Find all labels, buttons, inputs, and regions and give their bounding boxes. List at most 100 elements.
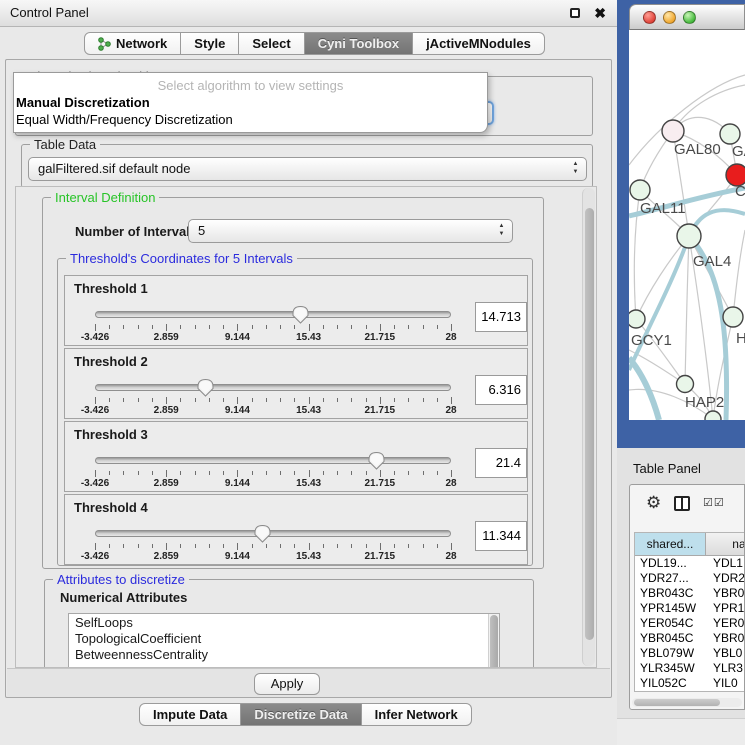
slider-handle-icon[interactable] [368, 451, 385, 470]
attribute-item[interactable]: TopologicalCoefficient [69, 630, 499, 646]
node-ga[interactable] [720, 124, 740, 144]
node-h[interactable] [723, 307, 743, 327]
tick-mark [408, 471, 409, 475]
table-row[interactable]: YDR27...YDR2 [635, 571, 745, 586]
tick-mark [351, 471, 352, 475]
settings-scrollbar[interactable] [582, 188, 595, 666]
table-horizontal-scrollbar[interactable] [632, 698, 742, 707]
table-panel-footer [617, 718, 745, 745]
column-layout-icon[interactable] [674, 496, 690, 511]
algorithm-item-manual[interactable]: Manual Discretization [14, 94, 487, 111]
node-gal80[interactable] [662, 120, 684, 142]
checkbox-icons[interactable]: ☑☑ [703, 496, 725, 509]
tick-mark [109, 471, 110, 475]
control-panel-titlebar: Control Panel ✖ [0, 0, 618, 27]
numerical-attributes-label: Numerical Attributes [60, 590, 187, 605]
node-label: GAL11 [640, 200, 686, 217]
node-label: GAL80 [674, 141, 721, 158]
network-view-window: GAL80 GA C GAL11 GAL4 GCY1 H HAP2 [617, 0, 745, 448]
tick-mark [380, 470, 381, 477]
tick-mark [252, 471, 253, 475]
table-row[interactable]: YIL052CYIL0 [635, 676, 745, 691]
table-column-header[interactable]: shared... [635, 533, 706, 555]
tick-label: 15.43 [296, 478, 321, 489]
tab-jactivemnodules[interactable]: jActiveMNodules [413, 32, 545, 55]
scrollbar-thumb[interactable] [490, 615, 498, 668]
algorithm-placeholder-item[interactable]: Select algorithm to view settings [14, 73, 487, 94]
tick-label: -3.426 [81, 551, 109, 562]
tab-style[interactable]: Style [181, 32, 239, 55]
slider-ticks [95, 324, 451, 332]
threshold-value-field[interactable]: 11.344 [475, 521, 527, 551]
table-row[interactable]: YBR043CYBR0 [635, 586, 745, 601]
node-label: GCY1 [631, 332, 672, 349]
gear-icon[interactable]: ⚙ [646, 493, 661, 513]
minimize-traffic-light-icon[interactable] [663, 11, 676, 24]
table-row[interactable]: YBL079WYBL0 [635, 646, 745, 661]
network-graph: GAL80 GA C GAL11 GAL4 GCY1 H HAP2 [629, 30, 745, 420]
scrollbar-thumb[interactable] [585, 208, 594, 640]
tick-mark [366, 544, 367, 548]
table-cell: YDL19... [635, 556, 708, 571]
tab-discretize-data[interactable]: Discretize Data [241, 703, 361, 726]
node-label: C [735, 183, 745, 200]
tick-mark [237, 543, 238, 550]
slider-track[interactable] [95, 384, 451, 391]
tab-select[interactable]: Select [239, 32, 304, 55]
numerical-attributes-list[interactable]: SelfLoopsTopologicalCoefficientBetweenne… [68, 613, 500, 668]
scrollbar-thumb[interactable] [634, 699, 720, 706]
float-window-icon[interactable] [570, 8, 580, 18]
node-attribute-table[interactable]: shared...na YDL19...YDL1YDR27...YDR2YBR0… [634, 532, 745, 692]
tab-impute-data[interactable]: Impute Data [139, 703, 241, 726]
tab-infer-network[interactable]: Infer Network [362, 703, 472, 726]
network-canvas[interactable]: GAL80 GA C GAL11 GAL4 GCY1 H HAP2 [629, 30, 745, 420]
tick-mark [394, 325, 395, 329]
tick-mark [195, 471, 196, 475]
tick-mark [309, 543, 310, 550]
node-gal11[interactable] [630, 180, 650, 200]
node-hap2[interactable] [677, 376, 694, 393]
threshold-value-field[interactable]: 21.4 [475, 448, 527, 478]
algorithm-item-equal-width[interactable]: Equal Width/Frequency Discretization [14, 111, 487, 128]
tick-label: 2.859 [154, 551, 179, 562]
tab-network[interactable]: Network [84, 32, 181, 55]
close-traffic-light-icon[interactable] [643, 11, 656, 24]
slider-track[interactable] [95, 530, 451, 537]
slider-handle-icon[interactable] [254, 524, 271, 543]
tick-mark [294, 398, 295, 402]
tick-label: 21.715 [365, 332, 396, 343]
threshold-value-field[interactable]: 6.316 [475, 375, 527, 405]
table-row[interactable]: YDL19...YDL1 [635, 556, 745, 571]
tab-label: jActiveMNodules [426, 33, 531, 54]
slider-ticks [95, 543, 451, 551]
apply-button[interactable]: Apply [254, 673, 320, 695]
attribute-item[interactable]: BetweennessCentrality [69, 646, 499, 662]
tick-mark [152, 471, 153, 475]
table-rows: YDL19...YDL1YDR27...YDR2YBR043CYBR0YPR14… [635, 556, 745, 691]
table-column-header[interactable]: na [706, 533, 745, 555]
close-icon[interactable]: ✖ [594, 5, 606, 22]
slider-track[interactable] [95, 311, 451, 318]
attributes-list-scrollbar[interactable] [488, 614, 499, 668]
slider-track[interactable] [95, 457, 451, 464]
table-row[interactable]: YLR345WYLR3 [635, 661, 745, 676]
threshold-label: Threshold 1 [74, 281, 148, 296]
attribute-item[interactable]: SelfLoops [69, 614, 499, 630]
number-of-intervals-combobox[interactable]: 5 ▲▼ [188, 219, 513, 243]
zoom-traffic-light-icon[interactable] [683, 11, 696, 24]
tab-cyni-toolbox[interactable]: Cyni Toolbox [305, 32, 413, 55]
slider-handle-icon[interactable] [197, 378, 214, 397]
node-gal4[interactable] [677, 224, 701, 248]
table-data-combobox[interactable]: galFiltered.sif default node ▲▼ [28, 157, 587, 181]
table-row[interactable]: YER054CYER0 [635, 616, 745, 631]
node-partial[interactable] [705, 411, 721, 420]
slider-handle-icon[interactable] [292, 305, 309, 324]
tick-mark [451, 543, 452, 550]
threshold-value-field[interactable]: 14.713 [475, 302, 527, 332]
node-gcy1[interactable] [629, 310, 645, 328]
tick-label: 2.859 [154, 478, 179, 489]
table-row[interactable]: YPR145WYPR1 [635, 601, 745, 616]
table-row[interactable]: YBR045CYBR0 [635, 631, 745, 646]
tick-mark [223, 325, 224, 329]
tick-mark [152, 398, 153, 402]
